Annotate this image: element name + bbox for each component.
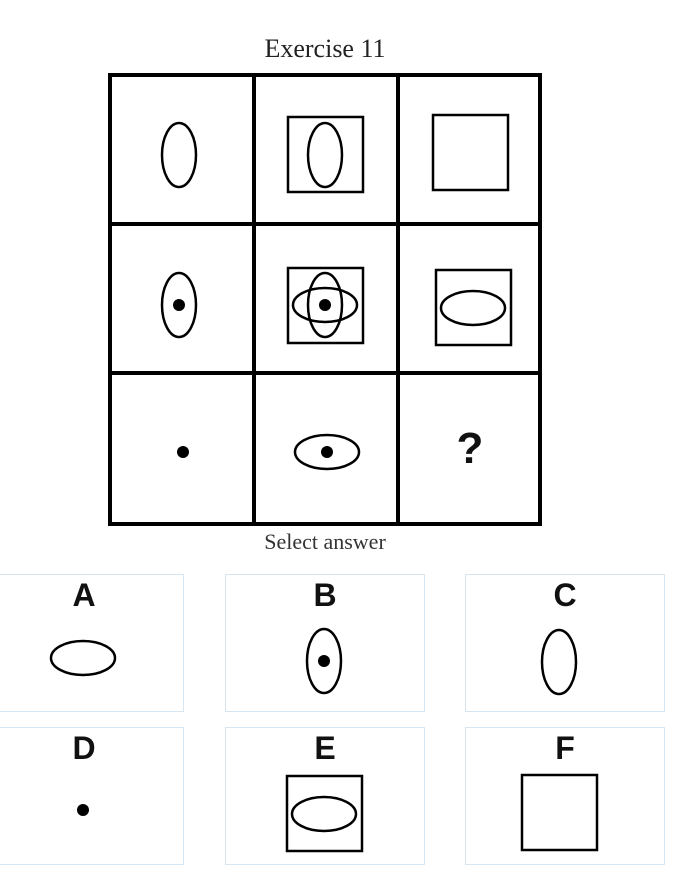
horizontal-ellipse-with-dot-icon xyxy=(293,433,361,471)
puzzle-grid: ? xyxy=(108,73,542,526)
answer-option-f[interactable]: F xyxy=(465,727,665,865)
vertical-ellipse-with-dot-icon xyxy=(305,627,343,695)
grid-cell-2-1 xyxy=(112,226,256,375)
square-with-horizontal-ellipse-icon xyxy=(285,774,364,853)
question-mark: ? xyxy=(456,423,484,473)
square-with-horizontal-ellipse-icon xyxy=(434,268,513,347)
exercise-title: Exercise 11 xyxy=(264,34,386,63)
grid-cell-3-1 xyxy=(112,375,256,522)
grid-cell-1-2 xyxy=(256,77,400,226)
square-icon xyxy=(431,113,510,192)
answer-option-a[interactable]: A xyxy=(0,574,184,712)
answer-option-c[interactable]: C xyxy=(465,574,665,712)
square-cross-ellipses-dot-icon xyxy=(286,266,365,345)
vertical-ellipse-icon xyxy=(540,628,578,696)
vertical-ellipse-with-dot-icon xyxy=(160,271,198,339)
dot-icon xyxy=(77,804,89,816)
square-icon xyxy=(520,773,599,852)
horizontal-ellipse-icon xyxy=(49,639,117,677)
grid-cell-1-1 xyxy=(112,77,256,226)
answer-option-d[interactable]: D xyxy=(0,727,184,865)
grid-cell-2-3 xyxy=(400,226,540,375)
dot-icon xyxy=(177,446,189,458)
grid-cell-3-3: ? xyxy=(400,375,540,522)
vertical-ellipse-icon xyxy=(160,121,198,189)
grid-cell-3-2 xyxy=(256,375,400,522)
answer-option-b[interactable]: B xyxy=(225,574,425,712)
grid-cell-1-3 xyxy=(400,77,540,226)
square-with-vertical-ellipse-icon xyxy=(286,115,365,194)
select-answer-label: Select answer xyxy=(264,529,386,554)
grid-cell-2-2 xyxy=(256,226,400,375)
answer-option-e[interactable]: E xyxy=(225,727,425,865)
